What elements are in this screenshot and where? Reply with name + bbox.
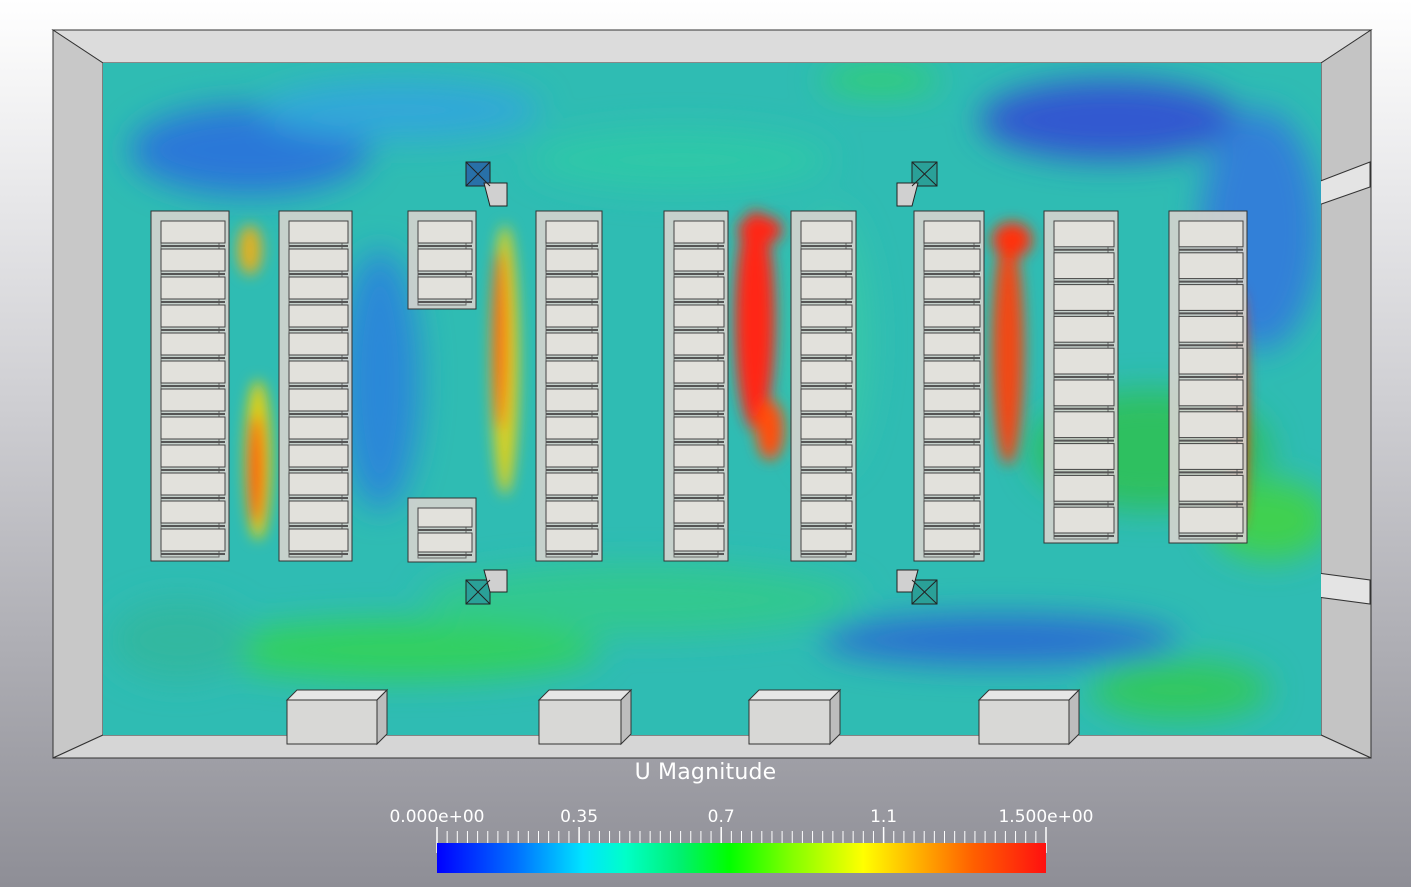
server-rack (407, 497, 477, 563)
colorbar-label: 1.500e+00 (998, 807, 1094, 827)
server-rack (663, 210, 729, 562)
velocity-field-visualization (51, 29, 1373, 853)
server-rack (535, 210, 603, 562)
server-racks (150, 210, 1248, 563)
server-rack (278, 210, 353, 562)
colorbar-label: 0.35 (560, 807, 599, 827)
cooling-unit (977, 688, 1081, 746)
server-rack (913, 210, 985, 562)
cooling-unit (285, 688, 389, 746)
colorbar-title: U Magnitude (634, 760, 777, 785)
colorbar (437, 843, 1046, 873)
server-rack (1043, 210, 1119, 544)
server-rack (790, 210, 857, 562)
server-rack (150, 210, 230, 562)
cooling-unit (537, 688, 633, 746)
server-rack (407, 210, 477, 310)
colorbar-label: 0.000e+00 (389, 807, 485, 827)
server-rack (1168, 210, 1248, 544)
colorbar-label: 1.1 (870, 807, 898, 827)
colorbar-label: 0.7 (707, 807, 735, 827)
cooling-unit (747, 688, 842, 746)
